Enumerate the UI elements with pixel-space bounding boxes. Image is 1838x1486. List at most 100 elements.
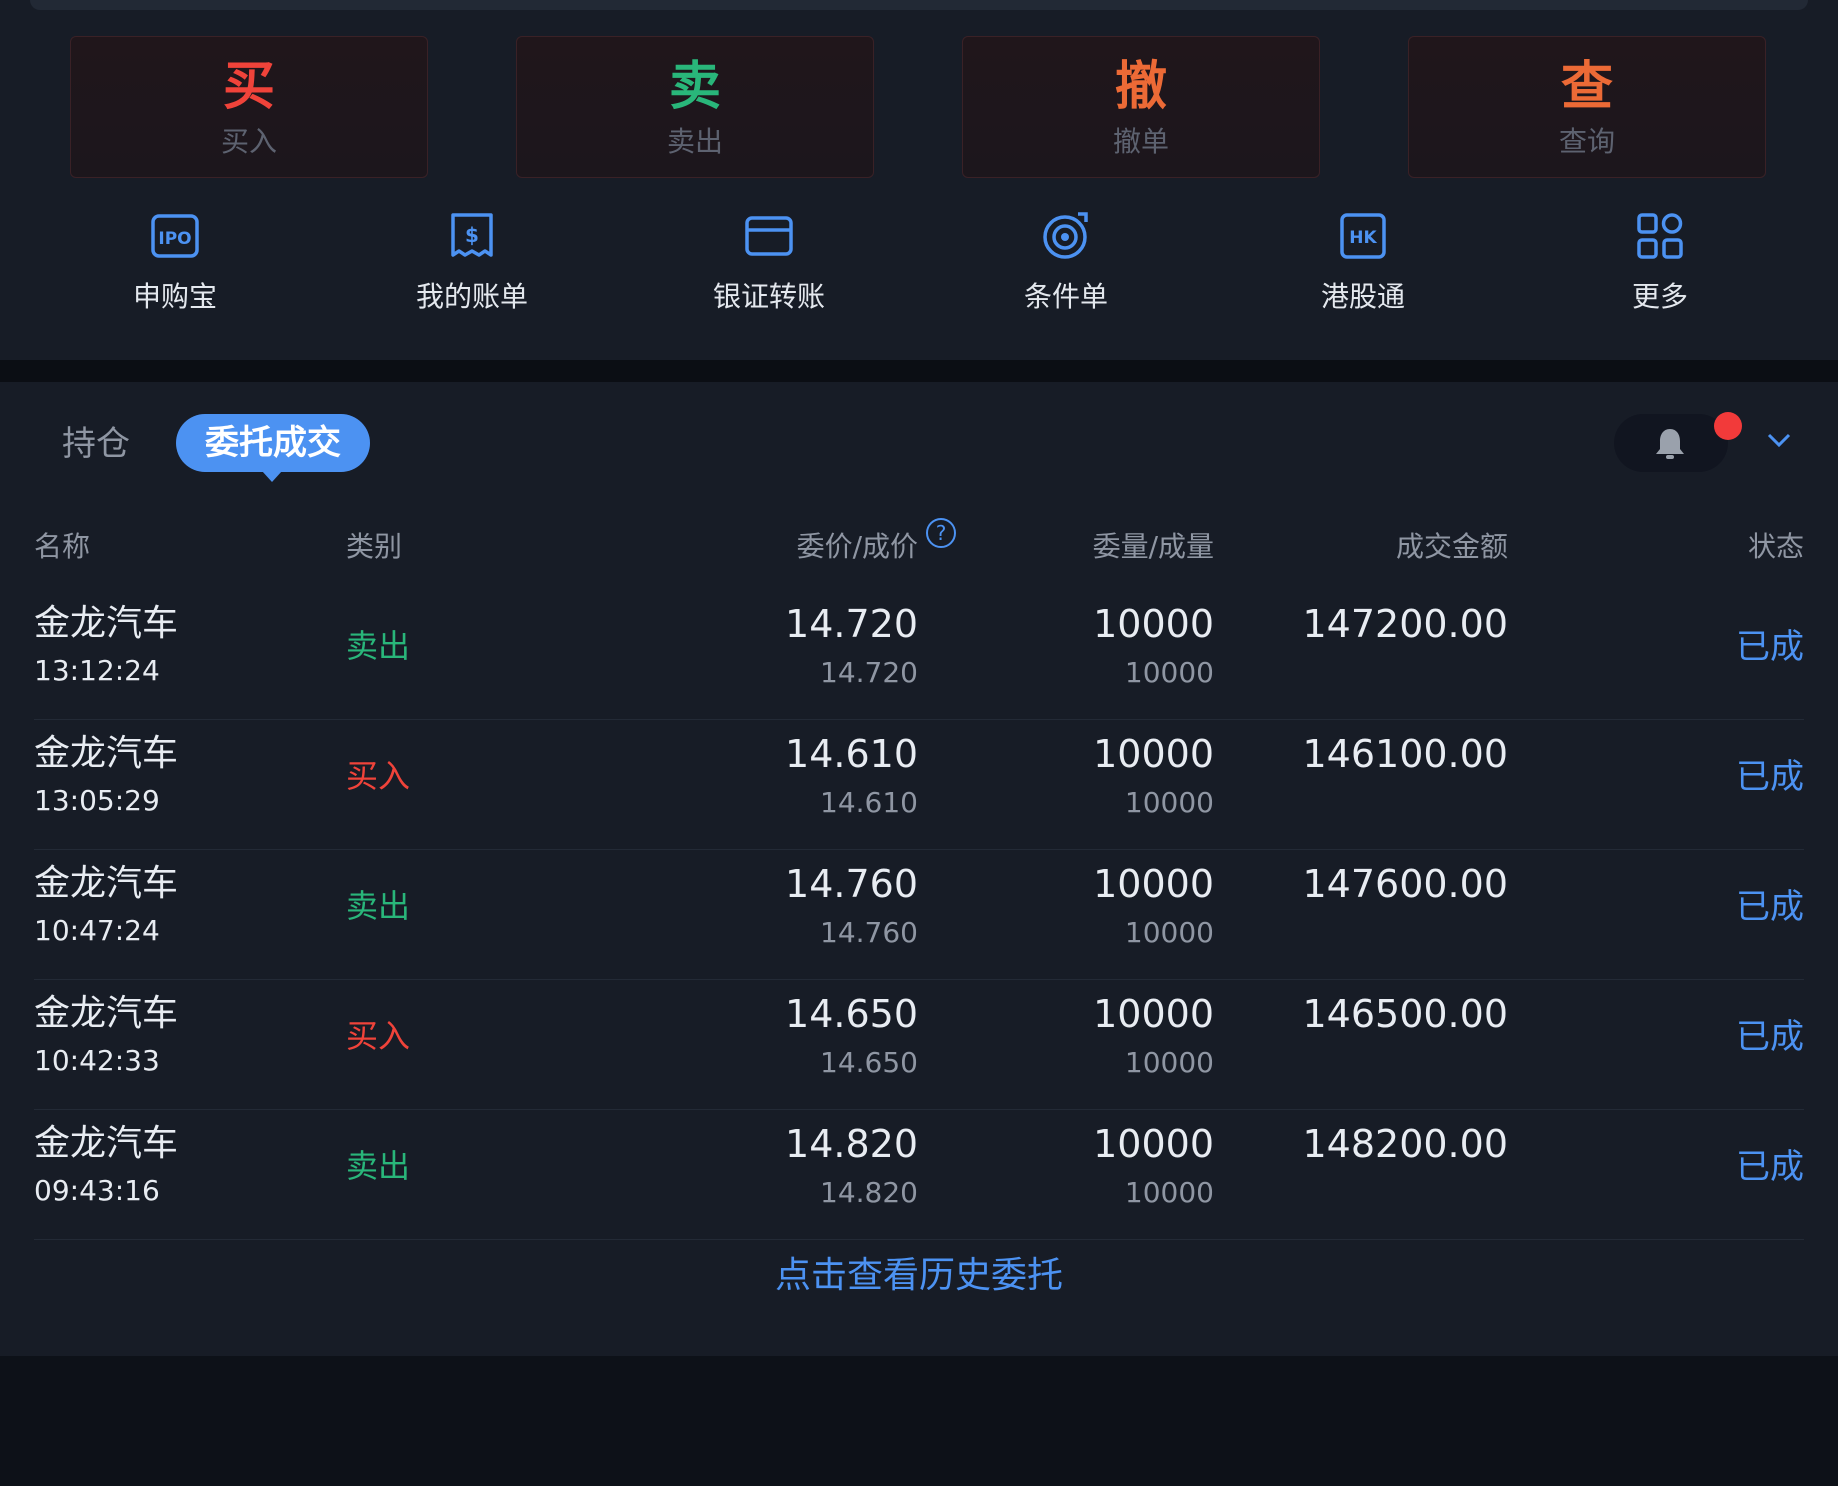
row-deal-price: 14.760 (820, 916, 918, 949)
table-header: 名称 类别 委价/成价? 委量/成量 成交金额 状态 (0, 518, 1838, 572)
shortcut-label: 条件单 (1023, 280, 1108, 313)
row-deal-qty: 10000 (1124, 1046, 1214, 1079)
shortcut-row: IPO 申购宝 $ 我的账单 银证转账 条件单 HK 港股通 更多 (0, 210, 1838, 330)
header-name: 名称 (34, 530, 91, 563)
row-side: 买入 (346, 757, 411, 795)
row-status: 已成 (1736, 757, 1804, 797)
bill-icon: $ (451, 213, 493, 257)
header-qty: 委量/成量 (1092, 530, 1214, 563)
tab-holdings[interactable]: 持仓 (62, 424, 130, 464)
svg-text:$: $ (465, 223, 479, 247)
query-glyph: 查 (1560, 57, 1613, 117)
chevron-down-icon[interactable] (1764, 428, 1794, 452)
header-status: 状态 (1747, 530, 1804, 563)
row-qty: 10000 (1093, 602, 1214, 646)
row-side: 卖出 (346, 627, 411, 665)
row-price: 14.720 (785, 602, 918, 646)
shortcut-bill[interactable]: $ 我的账单 (372, 210, 572, 330)
grid-icon (1637, 213, 1683, 259)
svg-text:HK: HK (1349, 228, 1377, 248)
row-qty: 10000 (1093, 992, 1214, 1036)
row-amount: 147600.00 (1302, 862, 1509, 906)
row-status: 已成 (1736, 1147, 1804, 1187)
header-price-label: 委价/成价 (796, 530, 918, 563)
svg-text:IPO: IPO (158, 229, 191, 249)
row-name: 金龙汽车 (34, 993, 179, 1034)
table-row[interactable]: 金龙汽车 13:05:29 买入 14.610 14.610 10000 100… (0, 720, 1838, 850)
shortcut-label: 银证转账 (712, 280, 825, 313)
cancel-order-button[interactable]: 撤 撤单 (962, 36, 1320, 178)
sell-glyph: 卖 (668, 57, 721, 117)
row-time: 13:12:24 (34, 654, 160, 687)
row-status: 已成 (1736, 887, 1804, 927)
row-name: 金龙汽车 (34, 733, 179, 774)
row-amount: 146500.00 (1302, 992, 1509, 1036)
shortcut-transfer[interactable]: 银证转账 (669, 210, 869, 330)
bell-icon (1656, 429, 1684, 459)
row-amount: 147200.00 (1302, 602, 1509, 646)
row-deal-price: 14.820 (820, 1176, 918, 1209)
shortcut-label: 港股通 (1320, 280, 1405, 313)
row-side: 买入 (346, 1017, 411, 1055)
sell-label: 卖出 (666, 125, 723, 158)
row-time: 13:05:29 (34, 784, 160, 817)
row-deal-price: 14.650 (820, 1046, 918, 1079)
row-name: 金龙汽车 (34, 863, 179, 904)
row-time: 10:42:33 (34, 1044, 160, 1077)
row-time: 10:47:24 (34, 914, 160, 947)
query-button[interactable]: 查 查询 (1408, 36, 1766, 178)
orders-panel: 持仓 委托成交 名称 类别 委价/成价? 委量/成量 成交金额 状态 金龙汽车 … (0, 382, 1838, 1356)
row-deal-price: 14.610 (820, 786, 918, 819)
shortcut-label: 申购宝 (132, 280, 217, 313)
row-deal-qty: 10000 (1124, 656, 1214, 689)
row-side: 卖出 (346, 1147, 411, 1185)
notification-dot (1714, 412, 1742, 440)
tab-orders[interactable]: 委托成交 (176, 414, 370, 482)
table-row[interactable]: 金龙汽车 10:47:24 卖出 14.760 14.760 10000 100… (0, 850, 1838, 980)
cancel-glyph: 撤 (1114, 57, 1167, 117)
sell-button[interactable]: 卖 卖出 (516, 36, 874, 178)
row-price: 14.760 (785, 862, 918, 906)
shortcut-more[interactable]: 更多 (1560, 210, 1760, 330)
shortcut-condition-order[interactable]: 条件单 (966, 210, 1166, 330)
row-deal-qty: 10000 (1124, 1176, 1214, 1209)
trade-button-row: 买 买入 卖 卖出 撤 撤单 查 查询 (70, 36, 1770, 180)
row-price: 14.820 (785, 1122, 918, 1166)
buy-button[interactable]: 买 买入 (70, 36, 428, 178)
row-qty: 10000 (1093, 1122, 1214, 1166)
notification-button[interactable] (1614, 414, 1728, 472)
history-orders-link[interactable]: 点击查看历史委托 (0, 1254, 1838, 1298)
ipo-icon: IPO (151, 214, 199, 258)
buy-glyph: 买 (222, 57, 275, 117)
row-amount: 148200.00 (1302, 1122, 1509, 1166)
row-qty: 10000 (1093, 732, 1214, 776)
shortcut-ipo[interactable]: IPO 申购宝 (75, 210, 275, 330)
section-divider (0, 360, 1838, 382)
row-amount: 146100.00 (1302, 732, 1509, 776)
table-row[interactable]: 金龙汽车 13:12:24 卖出 14.720 14.720 10000 100… (0, 590, 1838, 720)
row-status: 已成 (1736, 627, 1804, 667)
row-deal-qty: 10000 (1124, 916, 1214, 949)
row-status: 已成 (1736, 1017, 1804, 1057)
shortcut-label: 更多 (1631, 280, 1688, 313)
target-icon (1043, 212, 1088, 259)
header-amount: 成交金额 (1395, 530, 1508, 563)
hk-icon: HK (1340, 213, 1386, 259)
row-qty: 10000 (1093, 862, 1214, 906)
trade-panel: 买 买入 卖 卖出 撤 撤单 查 查询 IPO 申购宝 $ 我的账单 银证转账 … (0, 0, 1838, 360)
header-side: 类别 (346, 530, 403, 563)
table-row[interactable]: 金龙汽车 09:43:16 卖出 14.820 14.820 10000 100… (0, 1110, 1838, 1240)
help-icon[interactable]: ? (926, 518, 956, 548)
top-strip (30, 0, 1808, 10)
shortcut-label: 我的账单 (415, 280, 528, 313)
header-price: 委价/成价? (796, 518, 956, 572)
cancel-label: 撤单 (1112, 125, 1169, 158)
row-divider (34, 1239, 1804, 1240)
shortcut-hk-connect[interactable]: HK 港股通 (1263, 210, 1463, 330)
buy-label: 买入 (220, 125, 277, 158)
table-row[interactable]: 金龙汽车 10:42:33 买入 14.650 14.650 10000 100… (0, 980, 1838, 1110)
row-price: 14.610 (785, 732, 918, 776)
card-icon (745, 216, 793, 256)
row-price: 14.650 (785, 992, 918, 1036)
row-name: 金龙汽车 (34, 603, 179, 644)
